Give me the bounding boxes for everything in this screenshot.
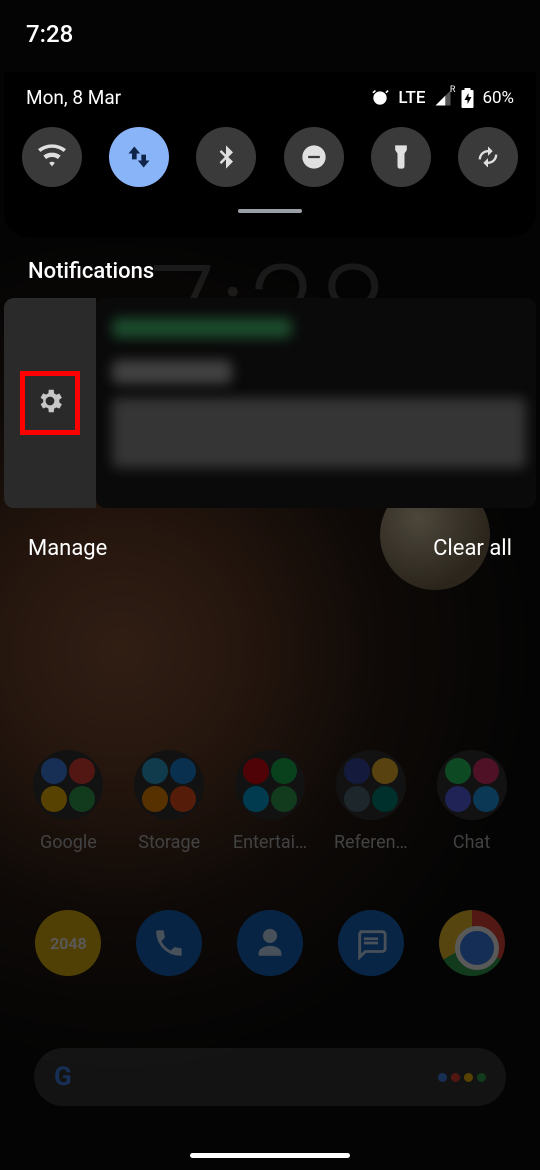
folder-label: Storage bbox=[124, 832, 214, 853]
bluetooth-icon bbox=[212, 143, 240, 171]
nav-pill[interactable] bbox=[190, 1153, 350, 1158]
gear-icon[interactable] bbox=[35, 386, 65, 416]
qs-flashlight-tile[interactable] bbox=[371, 127, 431, 187]
qs-status-icons: LTE R 60% bbox=[370, 88, 514, 108]
dock-contacts[interactable] bbox=[237, 910, 303, 976]
qs-dnd-tile[interactable] bbox=[284, 127, 344, 187]
dock-2048[interactable]: 2048 bbox=[35, 910, 101, 976]
redacted-text bbox=[112, 318, 292, 338]
qs-tiles bbox=[22, 127, 518, 187]
notifications-header: Notifications bbox=[4, 237, 536, 298]
dock-chrome[interactable] bbox=[439, 910, 505, 976]
statusbar-time: 7:28 bbox=[4, 0, 536, 48]
qs-wifi-tile[interactable] bbox=[22, 127, 82, 187]
clear-all-button[interactable]: Clear all bbox=[433, 536, 512, 561]
dnd-icon bbox=[300, 143, 328, 171]
dock-phone[interactable] bbox=[136, 910, 202, 976]
folder-0[interactable]: Google bbox=[23, 750, 113, 853]
folder-row: Google Storage Entertai… Referen… Chat bbox=[0, 750, 540, 853]
rotate-icon bbox=[474, 143, 502, 171]
quick-settings-panel: Mon, 8 Mar LTE R 60% bbox=[4, 72, 536, 237]
folder-3[interactable]: Referen… bbox=[326, 750, 416, 853]
dock: 2048 bbox=[0, 910, 540, 976]
brightness-handle[interactable] bbox=[238, 209, 302, 213]
network-label: LTE bbox=[398, 88, 425, 108]
folder-label: Google bbox=[23, 832, 113, 853]
manage-button[interactable]: Manage bbox=[28, 536, 107, 561]
flashlight-icon bbox=[387, 143, 415, 171]
search-bar[interactable]: G bbox=[34, 1048, 506, 1106]
screen: 7:28 GoogleStorageEntertai…Referen…Chat … bbox=[0, 0, 540, 1170]
notification-swipe-action[interactable] bbox=[4, 298, 96, 508]
folder-1[interactable]: Storage bbox=[124, 750, 214, 853]
notification-shade: 7:28 Mon, 8 Mar LTE R 60% Notifications bbox=[4, 0, 536, 573]
qs-data-tile[interactable] bbox=[109, 127, 169, 187]
qs-bluetooth-tile[interactable] bbox=[196, 127, 256, 187]
redacted-text bbox=[112, 398, 526, 468]
data-icon bbox=[125, 143, 153, 171]
battery-charging-icon bbox=[461, 88, 474, 108]
notification-card[interactable] bbox=[96, 298, 536, 508]
wifi-icon bbox=[38, 143, 66, 171]
dock-messages[interactable] bbox=[338, 910, 404, 976]
highlight-box bbox=[20, 371, 80, 435]
folder-label: Entertai… bbox=[225, 832, 315, 853]
folder-4[interactable]: Chat bbox=[427, 750, 517, 853]
google-logo-icon: G bbox=[54, 1062, 72, 1092]
folder-label: Referen… bbox=[326, 832, 416, 853]
battery-label: 60% bbox=[482, 88, 514, 108]
qs-date: Mon, 8 Mar bbox=[26, 86, 121, 109]
alarm-icon bbox=[370, 88, 390, 108]
roaming-badge: R bbox=[450, 85, 456, 95]
folder-2[interactable]: Entertai… bbox=[225, 750, 315, 853]
qs-rotate-tile[interactable] bbox=[458, 127, 518, 187]
notification-item[interactable] bbox=[4, 298, 536, 508]
assistant-icon[interactable] bbox=[438, 1073, 486, 1082]
redacted-text bbox=[112, 360, 232, 384]
folder-label: Chat bbox=[427, 832, 517, 853]
